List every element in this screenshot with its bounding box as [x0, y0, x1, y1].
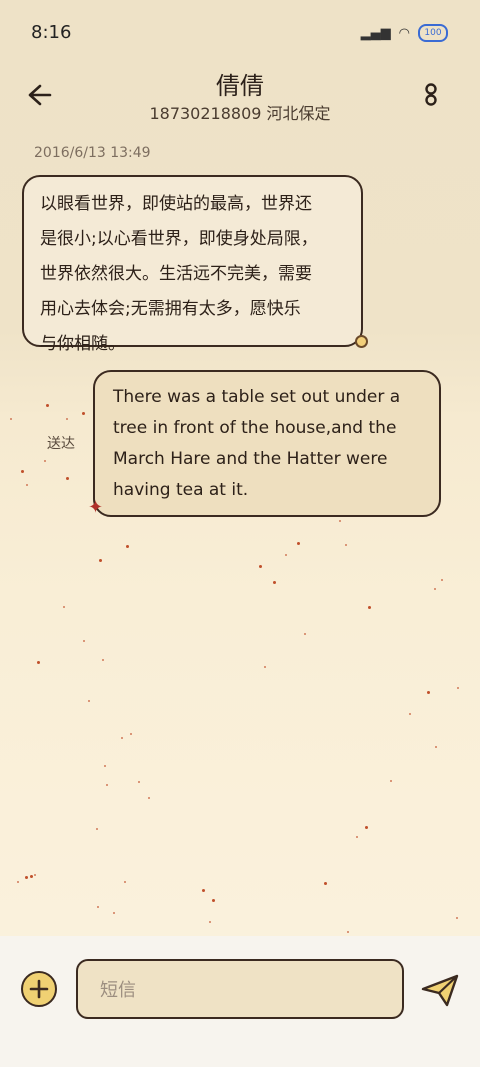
- status-icons: ▂▄▆ ◠ 100: [361, 24, 448, 42]
- send-button[interactable]: [420, 972, 460, 1008]
- outgoing-message-bubble[interactable]: There was a table set out under a tree i…: [93, 370, 441, 517]
- message-line: March Hare and the Hatter were: [113, 449, 388, 469]
- message-line: 世界依然很大。生活远不完美，需要: [40, 264, 312, 284]
- contact-name: 倩倩: [216, 72, 264, 100]
- message-input-box[interactable]: [76, 959, 404, 1019]
- bubble-tail-dot: [355, 335, 368, 348]
- add-attachment-button[interactable]: [21, 971, 57, 1007]
- message-line: 用心去体会;无需拥有太多，愿快乐: [40, 299, 301, 319]
- plus-icon: [29, 979, 49, 999]
- star-decoration-icon: ✦: [88, 497, 104, 518]
- message-input[interactable]: [78, 961, 392, 1019]
- message-timestamp: 2016/6/13 13:49: [34, 145, 151, 161]
- status-time: 8:16: [31, 22, 72, 43]
- status-bar: 8:16 ▂▄▆ ◠ 100: [0, 0, 480, 60]
- message-line: 是很小;以心看世界，即使身处局限，: [40, 229, 318, 249]
- signal-icon: ▂▄▆: [360, 25, 391, 41]
- delivery-status: 送达: [47, 436, 75, 452]
- more-options-button[interactable]: [418, 78, 444, 112]
- message-line: 与你相随。: [40, 334, 125, 354]
- message-line: There was a table set out under a: [113, 387, 401, 407]
- wifi-icon: ◠: [398, 25, 410, 41]
- message-line: having tea at it.: [113, 480, 249, 500]
- message-line: tree in front of the house,and the: [113, 418, 397, 438]
- message-line: 以眼看世界，即使站的最高，世界还: [40, 194, 312, 214]
- send-icon: [421, 974, 459, 1007]
- contact-phone-location: 18730218809 河北保定: [149, 104, 331, 123]
- incoming-message-bubble[interactable]: 以眼看世界，即使站的最高，世界还 是很小;以心看世界，即使身处局限， 世界依然很…: [22, 175, 363, 354]
- more-icon: [425, 83, 437, 106]
- battery-icon: 100: [418, 24, 448, 42]
